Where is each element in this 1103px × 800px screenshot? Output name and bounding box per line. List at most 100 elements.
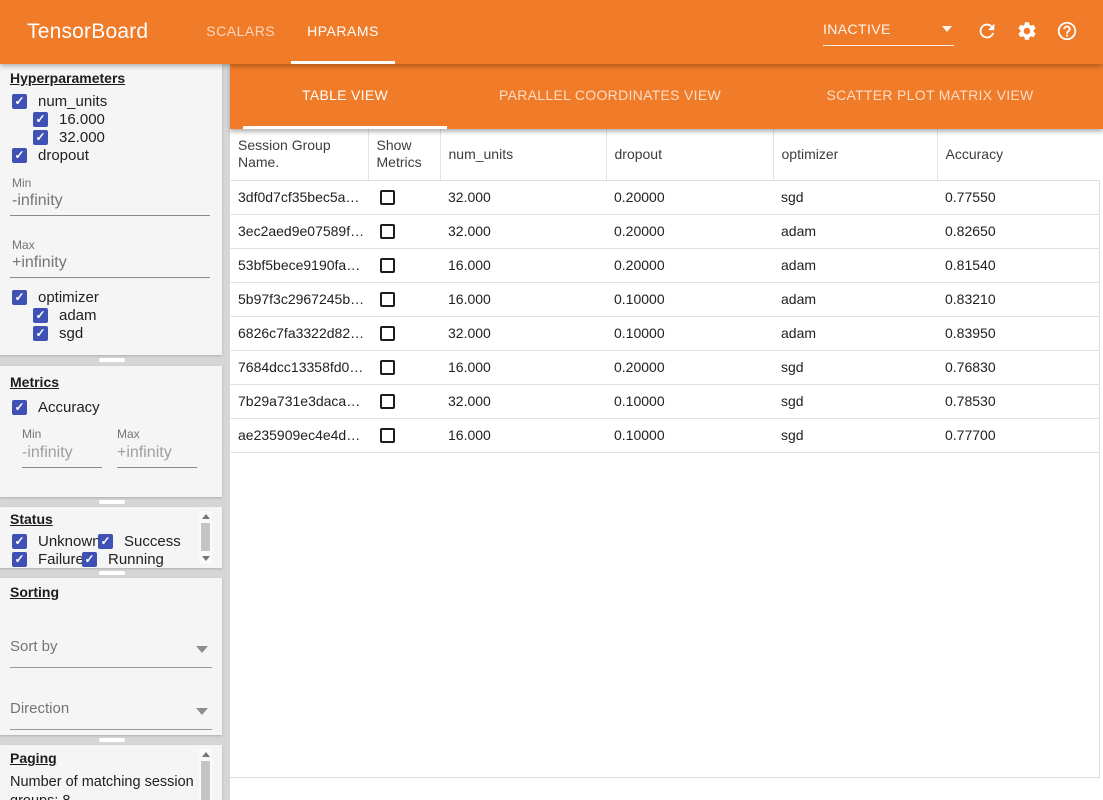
session-group-name-cell: 7b29a731e3daca… [230, 384, 368, 418]
tab-scalars[interactable]: SCALARS [190, 0, 291, 64]
checkbox-row-running: ✓ Running [82, 551, 164, 568]
show-metrics-cell [368, 316, 440, 350]
col-session-group-name[interactable]: Session Group Name. [230, 129, 368, 180]
show-metrics-checkbox[interactable] [380, 258, 395, 273]
show-metrics-checkbox[interactable] [380, 360, 395, 375]
metrics-min-input[interactable] [22, 444, 100, 462]
sgd-checkbox[interactable]: ✓ [33, 326, 48, 341]
optimizer-cell: sgd [773, 384, 937, 418]
matching-session-groups-text: Number of matching session groups: 8 [10, 773, 196, 800]
accuracy-cell: 0.81540 [937, 248, 1100, 282]
help-icon[interactable] [1056, 20, 1080, 44]
paging-pane: Paging Number of matching session groups… [0, 745, 222, 800]
num-units-label: num_units [38, 93, 107, 110]
num-units-32-checkbox[interactable]: ✓ [33, 130, 48, 145]
num-units-16-label: 16.000 [59, 111, 105, 128]
dropout-label: dropout [38, 147, 89, 164]
status-failure-checkbox[interactable]: ✓ [12, 552, 27, 567]
refresh-icon[interactable] [976, 20, 1000, 44]
tab-scatter-plot-matrix-view[interactable]: SCATTER PLOT MATRIX VIEW [773, 64, 1087, 129]
pane-splitter[interactable] [0, 355, 222, 366]
dropout-cell: 0.10000 [606, 418, 773, 452]
show-metrics-checkbox[interactable] [380, 326, 395, 341]
status-failure-label: Failure [38, 551, 84, 568]
num-units-cell: 32.000 [440, 316, 606, 350]
hparams-min-underline [10, 215, 210, 216]
show-metrics-checkbox[interactable] [380, 292, 395, 307]
scroll-up-icon[interactable] [202, 514, 210, 519]
sorting-pane: Sorting Sort by Direction [0, 578, 222, 735]
status-success-checkbox[interactable]: ✓ [98, 534, 113, 549]
reload-status-value: INACTIVE [823, 21, 891, 37]
table-row: 5b97f3c2967245b…16.0000.10000adam0.83210 [230, 282, 1100, 316]
show-metrics-cell [368, 384, 440, 418]
paging-scrollbar[interactable] [199, 749, 212, 800]
status-running-checkbox[interactable]: ✓ [82, 552, 97, 567]
optimizer-cell: adam [773, 316, 937, 350]
num-units-16-checkbox[interactable]: ✓ [33, 112, 48, 127]
tab-parallel-coordinates-view[interactable]: PARALLEL COORDINATES VIEW [447, 64, 773, 129]
num-units-checkbox[interactable]: ✓ [12, 94, 27, 109]
pane-splitter[interactable] [0, 497, 222, 507]
direction-dropdown[interactable]: Direction [10, 700, 210, 724]
status-success-label: Success [124, 533, 181, 550]
direction-underline [10, 729, 212, 730]
accuracy-cell: 0.82650 [937, 214, 1100, 248]
status-scrollbar[interactable] [199, 511, 212, 564]
show-metrics-cell [368, 418, 440, 452]
sgd-label: sgd [59, 325, 83, 342]
col-show-metrics[interactable]: Show Metrics [368, 129, 440, 180]
hparams-min-input[interactable] [12, 192, 208, 210]
hparams-min-label: Min [12, 176, 31, 190]
scroll-up-icon[interactable] [202, 752, 210, 757]
accuracy-cell: 0.77550 [937, 180, 1100, 214]
metrics-heading: Metrics [10, 374, 59, 390]
sort-by-underline [10, 667, 212, 668]
table-row: 3df0d7cf35bec5a…32.0000.20000sgd0.77550 [230, 180, 1100, 214]
num-units-cell: 32.000 [440, 384, 606, 418]
show-metrics-checkbox[interactable] [380, 394, 395, 409]
tab-hparams[interactable]: HPARAMS [291, 0, 395, 64]
pane-splitter[interactable] [0, 568, 222, 578]
show-metrics-checkbox[interactable] [380, 224, 395, 239]
sort-by-dropdown[interactable]: Sort by [10, 638, 210, 662]
hparams-max-input[interactable] [12, 254, 208, 272]
dropout-checkbox[interactable]: ✓ [12, 148, 27, 163]
accuracy-cell: 0.83950 [937, 316, 1100, 350]
hparams-max-underline [10, 277, 210, 278]
status-unknown-label: Unknown [38, 533, 101, 550]
settings-gear-icon[interactable] [1016, 20, 1040, 44]
accuracy-checkbox[interactable]: ✓ [12, 400, 27, 415]
adam-label: adam [59, 307, 97, 324]
session-group-table-card: Session Group Name. Show Metrics num_uni… [230, 129, 1100, 778]
num-units-cell: 16.000 [440, 350, 606, 384]
col-num-units[interactable]: num_units [440, 129, 606, 180]
scrollbar-thumb[interactable] [201, 761, 210, 800]
status-unknown-checkbox[interactable]: ✓ [12, 534, 27, 549]
metrics-max-input[interactable] [117, 444, 195, 462]
pane-splitter[interactable] [0, 735, 222, 745]
optimizer-checkbox[interactable]: ✓ [12, 290, 27, 305]
checkbox-row-adam: ✓ adam [33, 307, 97, 324]
show-metrics-cell [368, 350, 440, 384]
accuracy-cell: 0.78530 [937, 384, 1100, 418]
dropout-cell: 0.10000 [606, 282, 773, 316]
col-dropout[interactable]: dropout [606, 129, 773, 180]
optimizer-cell: adam [773, 248, 937, 282]
checkbox-row-sgd: ✓ sgd [33, 325, 83, 342]
scroll-down-icon[interactable] [202, 556, 210, 561]
col-optimizer[interactable]: optimizer [773, 129, 937, 180]
reload-status-dropdown[interactable]: INACTIVE [823, 18, 954, 46]
app-title: TensorBoard [27, 20, 148, 44]
table-row: 7684dcc13358fd0…16.0000.20000sgd0.76830 [230, 350, 1100, 384]
col-accuracy[interactable]: Accuracy [937, 129, 1100, 180]
scrollbar-thumb[interactable] [201, 523, 210, 551]
tab-table-view[interactable]: TABLE VIEW [243, 64, 447, 129]
table-row: 3ec2aed9e07589f…32.0000.20000adam0.82650 [230, 214, 1100, 248]
adam-checkbox[interactable]: ✓ [33, 308, 48, 323]
dropout-cell: 0.20000 [606, 350, 773, 384]
show-metrics-checkbox[interactable] [380, 428, 395, 443]
show-metrics-checkbox[interactable] [380, 190, 395, 205]
metrics-pane: Metrics ✓ Accuracy Min Max [0, 366, 222, 497]
num-units-cell: 32.000 [440, 214, 606, 248]
